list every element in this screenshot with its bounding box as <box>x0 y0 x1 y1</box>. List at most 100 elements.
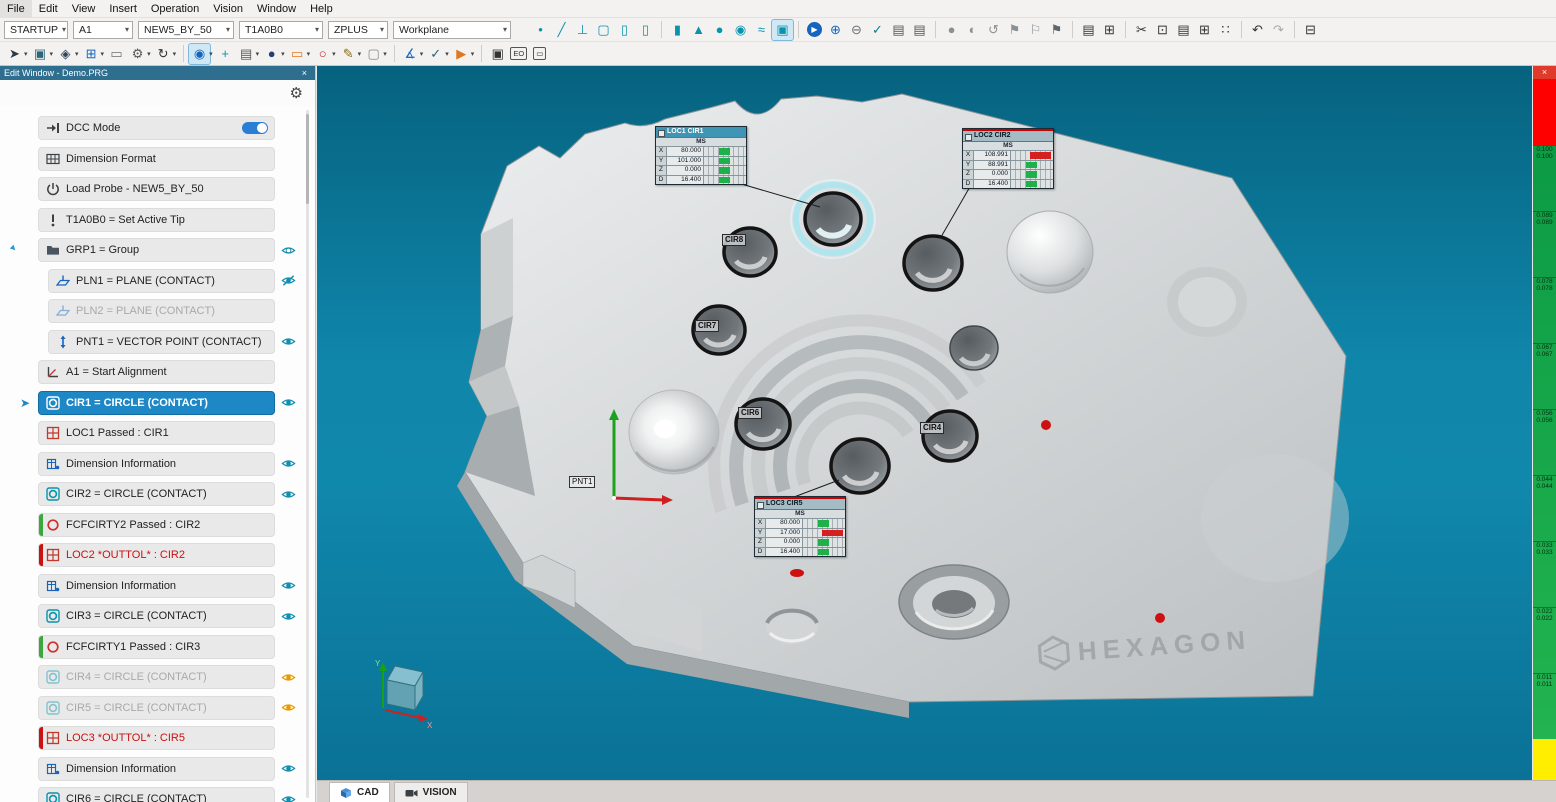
window-layouts-icon[interactable]: ▣ <box>30 44 51 64</box>
probe-select[interactable]: NEW5_BY_50▾ <box>138 21 234 39</box>
circle-select-icon[interactable]: ○ <box>312 44 333 64</box>
scale-drawing-icon[interactable]: ✎ <box>338 44 359 64</box>
dropdown-caret-icon[interactable]: ▾ <box>24 50 28 58</box>
tree-item-fcfcirty2-passed-cir2[interactable]: FCFCIRTY2 Passed : CIR2 <box>38 513 275 537</box>
dropdown-caret-icon[interactable]: ▾ <box>147 50 151 58</box>
menu-edit[interactable]: Edit <box>32 0 65 17</box>
bookmark-first-icon[interactable]: ⚑ <box>1004 20 1025 40</box>
tree-item-pln2-plane-contact[interactable]: PLN2 = PLANE (CONTACT) <box>48 299 275 323</box>
view-select[interactable]: Workplane▾ <box>393 21 511 39</box>
menu-insert[interactable]: Insert <box>102 0 144 17</box>
workplane-select[interactable]: ZPLUS▾ <box>328 21 388 39</box>
rectangle-select-icon[interactable]: ▭ <box>287 44 308 64</box>
dropdown-caret-icon[interactable]: ▾ <box>75 50 79 58</box>
camera-capture-icon[interactable]: ▣ <box>487 44 508 64</box>
screen-display-icon[interactable]: ▭ <box>529 44 550 64</box>
probe-mode-icon[interactable]: + <box>215 44 236 64</box>
copy-icon[interactable]: ⊡ <box>1152 20 1173 40</box>
box-select-icon[interactable]: ▢ <box>363 44 384 64</box>
quick-start-icon[interactable]: ➤ <box>4 44 25 64</box>
cad-viewport[interactable]: HEXAGON <box>317 66 1532 780</box>
zoom-fit-icon[interactable]: ⊞ <box>81 44 102 64</box>
report-window-icon[interactable]: ⊞ <box>1099 20 1120 40</box>
tree-item-cir4-circle-contact[interactable]: CIR4 = CIRCLE (CONTACT) <box>38 665 275 689</box>
tip-select[interactable]: T1A0B0▾ <box>239 21 323 39</box>
measure-sphere-icon[interactable]: ● <box>709 20 730 40</box>
view-orientation-icon[interactable]: ◉ <box>189 44 210 64</box>
dropdown-caret-icon[interactable]: ▾ <box>445 50 449 58</box>
rotate-view-icon[interactable]: ↻ <box>153 44 174 64</box>
cut-icon[interactable]: ✂ <box>1131 20 1152 40</box>
measure-round-slot-icon[interactable]: ▯ <box>614 20 635 40</box>
tree-item-cir3-circle-contact[interactable]: CIR3 = CIRCLE (CONTACT) <box>38 604 275 628</box>
menu-window[interactable]: Window <box>250 0 303 17</box>
tree-item-dcc-mode[interactable]: DCC Mode <box>38 116 275 140</box>
tab-vision[interactable]: VISION <box>394 782 468 802</box>
dropdown-caret-icon[interactable]: ▾ <box>383 50 387 58</box>
dropdown-caret-icon[interactable]: ▾ <box>50 50 54 58</box>
tree-item-dimension-format[interactable]: Dimension Format <box>38 147 275 171</box>
redo-icon[interactable]: ↷ <box>1268 20 1289 40</box>
eye-icon[interactable] <box>275 336 301 347</box>
dropdown-caret-icon[interactable]: ▾ <box>471 50 475 58</box>
remove-report-icon[interactable]: ▤ <box>909 20 930 40</box>
tree-item-fcfcirty1-passed-cir3[interactable]: FCFCIRTY1 Passed : CIR3 <box>38 635 275 659</box>
edit-window-close-button[interactable]: × <box>298 68 311 78</box>
tree-item-pnt1-vector-point-contact[interactable]: PNT1 = VECTOR POINT (CONTACT) <box>48 330 275 354</box>
tree-item-pln1-plane-contact[interactable]: PLN1 = PLANE (CONTACT) <box>48 269 275 293</box>
eye-slash-icon[interactable] <box>275 275 301 286</box>
dropdown-caret-icon[interactable]: ▾ <box>332 50 336 58</box>
tree-item-loc3-outtol-cir5[interactable]: LOC3 *OUTTOL* : CIR5 <box>38 726 275 750</box>
dropdown-caret-icon[interactable]: ▾ <box>307 50 311 58</box>
execute-program-icon[interactable]: ▶ <box>804 20 825 40</box>
tree-item-cir2-circle-contact[interactable]: CIR2 = CIRCLE (CONTACT) <box>38 482 275 506</box>
eye-icon[interactable] <box>275 489 301 500</box>
tree-item-a1-start-alignment[interactable]: A1 = Start Alignment <box>38 360 275 384</box>
pattern-icon[interactable]: ∷ <box>1215 20 1236 40</box>
menu-view[interactable]: View <box>65 0 103 17</box>
measure-torus-icon[interactable]: ◉ <box>730 20 751 40</box>
dropdown-caret-icon[interactable]: ▾ <box>420 50 424 58</box>
paste-with-pattern-icon[interactable]: ⊞ <box>1194 20 1215 40</box>
eye-icon[interactable] <box>275 763 301 774</box>
execute-options-icon[interactable]: ▶ <box>451 44 472 64</box>
axis-select[interactable]: A1▾ <box>73 21 133 39</box>
dropdown-caret-icon[interactable]: ▾ <box>101 50 105 58</box>
tree-item-loc2-outtol-cir2[interactable]: LOC2 *OUTTOL* : CIR2 <box>38 543 275 567</box>
tree-item-cir6-circle-contact[interactable]: CIR6 = CIRCLE (CONTACT) <box>38 787 275 802</box>
tree-item-load-probe-new5-by-50[interactable]: Load Probe - NEW5_BY_50 <box>38 177 275 201</box>
execute-feature-icon[interactable]: ⊕ <box>825 20 846 40</box>
optimize-path-icon[interactable]: ⚙ <box>127 44 148 64</box>
insert-comment-icon[interactable]: ⊖ <box>846 20 867 40</box>
measure-point-icon[interactable]: • <box>530 20 551 40</box>
auto-feature-icon[interactable]: ▣ <box>772 20 793 40</box>
eye-icon[interactable] <box>275 702 301 713</box>
tab-cad[interactable]: CAD <box>329 782 390 802</box>
measure-cone-icon[interactable]: ▲ <box>688 20 709 40</box>
eye-icon[interactable] <box>275 397 301 408</box>
report-list-icon[interactable]: ▤ <box>1078 20 1099 40</box>
edit-window-scrollbar[interactable] <box>306 110 309 798</box>
bookmark-previous-icon[interactable]: ⚐ <box>1025 20 1046 40</box>
cad-section-icon[interactable]: ◐ <box>962 20 983 40</box>
measure-cylinder-icon[interactable]: ▮ <box>667 20 688 40</box>
dropdown-caret-icon[interactable]: ▾ <box>358 50 362 58</box>
menu-help[interactable]: Help <box>303 0 340 17</box>
tree-item-dimension-information[interactable]: Dimension Information <box>38 574 275 598</box>
tree-item-cir5-circle-contact[interactable]: CIR5 = CIRCLE (CONTACT) <box>38 696 275 720</box>
eye-icon[interactable] <box>275 672 301 683</box>
bookmark-next-icon[interactable]: ⚑ <box>1046 20 1067 40</box>
edit-report-icon[interactable]: ▤ <box>888 20 909 40</box>
insert-remark-icon[interactable]: ▭ <box>106 44 127 64</box>
tree-item-cir1-circle-contact[interactable]: CIR1 = CIRCLE (CONTACT) <box>38 391 275 415</box>
measure-line-icon[interactable]: ╱ <box>551 20 572 40</box>
gage-angle-icon[interactable]: ∡ <box>400 44 421 64</box>
tree-item-loc1-passed-cir1[interactable]: LOC1 Passed : CIR1 <box>38 421 275 445</box>
menu-operation[interactable]: Operation <box>144 0 206 17</box>
dropdown-caret-icon[interactable]: ▾ <box>173 50 177 58</box>
eye-icon[interactable] <box>275 580 301 591</box>
tree-item-dimension-information[interactable]: Dimension Information <box>38 452 275 476</box>
tree-item-grp1-group[interactable]: GRP1 = Group <box>38 238 275 262</box>
dcc-mode-toggle[interactable] <box>242 122 268 134</box>
print-icon[interactable]: ⊟ <box>1300 20 1321 40</box>
